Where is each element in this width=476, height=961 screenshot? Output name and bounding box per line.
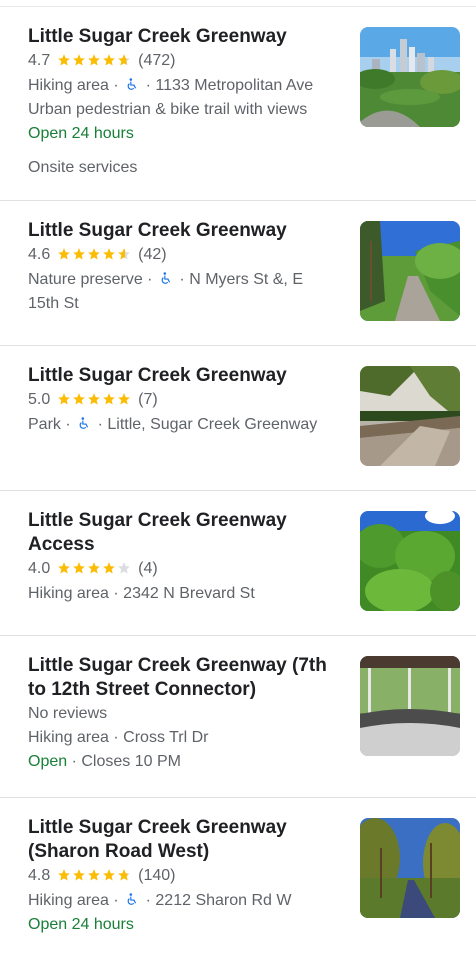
- category: Hiking area: [28, 729, 109, 746]
- star-icon: [57, 562, 70, 574]
- star-icon: [102, 248, 115, 260]
- star-icon: [57, 248, 70, 260]
- address: N Myers St &, E: [189, 271, 303, 288]
- rating-row: 4.0 (4): [28, 557, 336, 582]
- wheelchair-accessible-icon: [159, 270, 173, 285]
- address-continued: 15th St: [28, 295, 79, 312]
- category: Nature preserve: [28, 271, 143, 288]
- category: Hiking area: [28, 585, 109, 602]
- rating-value: 4.8: [28, 867, 51, 884]
- category-row: Hiking area · Cross Trl Dr: [28, 729, 209, 746]
- wheelchair-accessible-icon: [125, 891, 139, 906]
- result-card[interactable]: Little Sugar Creek Greenway Access 4.0 (…: [0, 491, 476, 636]
- review-count[interactable]: (140): [138, 867, 175, 884]
- star-rating: [57, 865, 132, 889]
- result-card[interactable]: Little Sugar Creek Greenway 5.0 (7) Park…: [0, 346, 476, 491]
- top-divider: [0, 0, 476, 7]
- category-row: Hiking area · · 1133 Metropolitan Ave: [28, 76, 314, 94]
- description: Urban pedestrian & bike trail with views: [28, 101, 308, 118]
- star-icon: [87, 393, 100, 405]
- star-icon: [72, 562, 85, 574]
- place-title[interactable]: Little Sugar Creek Greenway Access: [28, 509, 336, 557]
- star-icon: [117, 248, 130, 260]
- category: Hiking area: [28, 77, 109, 94]
- review-count[interactable]: (4): [138, 560, 158, 577]
- no-reviews-label: No reviews: [28, 705, 108, 722]
- category-row: Hiking area · 2342 N Brevard St: [28, 585, 255, 602]
- rating-value: 4.0: [28, 560, 51, 577]
- star-icon: [87, 869, 100, 881]
- place-photo-forest-path[interactable]: [360, 818, 460, 918]
- place-title[interactable]: Little Sugar Creek Greenway: [28, 364, 336, 388]
- star-icon: [102, 393, 115, 405]
- rating-row: 4.7 (472): [28, 49, 336, 74]
- address: Little, Sugar Creek Greenway: [107, 416, 318, 433]
- hours-row: Open · Closes 10 PM: [28, 753, 181, 770]
- star-icon: [102, 54, 115, 66]
- rating-row: 5.0 (7): [28, 388, 336, 413]
- result-card[interactable]: Little Sugar Creek Greenway 4.6 (42) Nat…: [0, 201, 476, 346]
- rating-value: 4.6: [28, 246, 51, 263]
- place-photo-wooded-trail[interactable]: [360, 221, 460, 321]
- place-title[interactable]: Little Sugar Creek Greenway: [28, 219, 336, 243]
- category-row: Park · · Little, Sugar Creek Greenway: [28, 415, 318, 433]
- place-photo-city-skyline[interactable]: [360, 27, 460, 127]
- result-card[interactable]: Little Sugar Creek Greenway 4.7 (472) Hi…: [0, 7, 476, 201]
- star-rating: [57, 50, 132, 74]
- star-rating: [57, 244, 132, 268]
- onsite-services-label: Onsite services: [28, 159, 138, 176]
- place-title[interactable]: Little Sugar Creek Greenway (7th to 12th…: [28, 654, 336, 702]
- place-photo-gazebo[interactable]: [360, 656, 460, 756]
- rating-value: 5.0: [28, 391, 51, 408]
- place-photo-palm-bridge[interactable]: [360, 366, 460, 466]
- star-icon: [87, 54, 100, 66]
- wheelchair-accessible-icon: [125, 76, 139, 91]
- star-icon: [102, 562, 115, 574]
- hours-status: Open 24 hours: [28, 125, 134, 142]
- result-card[interactable]: Little Sugar Creek Greenway (Sharon Road…: [0, 798, 476, 961]
- rating-row: 4.8 (140): [28, 864, 336, 889]
- star-icon: [57, 54, 70, 66]
- star-rating: [57, 558, 132, 582]
- category: Park: [28, 416, 61, 433]
- closing-time: Closes 10 PM: [81, 753, 181, 770]
- review-count[interactable]: (472): [138, 52, 175, 69]
- category-row: Hiking area · · 2212 Sharon Rd W: [28, 891, 292, 909]
- address: 1133 Metropolitan Ave: [155, 77, 314, 94]
- place-title[interactable]: Little Sugar Creek Greenway (Sharon Road…: [28, 816, 336, 864]
- star-icon: [57, 393, 70, 405]
- address: Cross Trl Dr: [123, 729, 209, 746]
- address: 2212 Sharon Rd W: [155, 892, 292, 909]
- hours-status: Open 24 hours: [28, 916, 134, 933]
- review-count[interactable]: (42): [138, 246, 166, 263]
- review-count[interactable]: (7): [138, 391, 158, 408]
- star-icon: [72, 869, 85, 881]
- place-photo-green-trees[interactable]: [360, 511, 460, 611]
- star-icon: [102, 869, 115, 881]
- star-icon: [72, 248, 85, 260]
- category-row: Nature preserve · · N Myers St &, E: [28, 270, 303, 288]
- star-icon: [57, 869, 70, 881]
- open-status: Open: [28, 753, 68, 770]
- star-icon: [117, 54, 130, 66]
- star-icon: [72, 54, 85, 66]
- result-card[interactable]: Little Sugar Creek Greenway (7th to 12th…: [0, 636, 476, 798]
- category: Hiking area: [28, 892, 109, 909]
- star-icon: [117, 869, 130, 881]
- star-icon: [117, 393, 130, 405]
- address: 2342 N Brevard St: [123, 585, 255, 602]
- rating-value: 4.7: [28, 52, 51, 69]
- star-icon: [87, 562, 100, 574]
- wheelchair-accessible-icon: [77, 415, 91, 430]
- star-rating: [57, 389, 132, 413]
- star-icon: [72, 393, 85, 405]
- star-icon: [87, 248, 100, 260]
- star-icon: [117, 562, 130, 574]
- rating-row: 4.6 (42): [28, 243, 336, 268]
- place-title[interactable]: Little Sugar Creek Greenway: [28, 25, 336, 49]
